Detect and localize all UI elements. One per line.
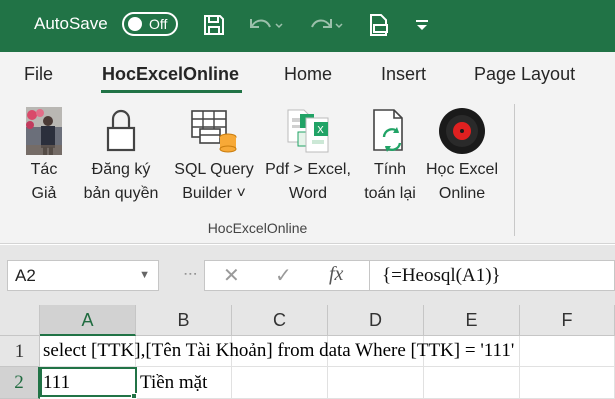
recalculate-button[interactable]: Tính toán lại bbox=[360, 104, 420, 206]
select-all-corner[interactable] bbox=[0, 305, 40, 336]
tab-page-layout[interactable]: Page Layout bbox=[474, 64, 575, 85]
column-header-a[interactable]: A bbox=[40, 305, 136, 336]
insert-function-icon[interactable]: fx bbox=[329, 263, 343, 286]
formula-buttons: ✕ ✓ fx bbox=[204, 260, 370, 291]
hoc-excel-online-line1: Học Excel bbox=[425, 161, 499, 178]
tab-home[interactable]: Home bbox=[284, 64, 332, 85]
recalculate-line1: Tính bbox=[373, 161, 406, 178]
sql-query-builder-line1: SQL Query bbox=[174, 161, 254, 178]
pdf-convert-line1: Pdf > Excel, bbox=[265, 161, 351, 178]
sql-query-builder-line2: Builder ˅ bbox=[182, 185, 246, 202]
ribbon-panel: Tác Giả Đăng ký bản quyền SQL Query Buil… bbox=[0, 98, 615, 244]
register-license-button[interactable]: Đăng ký bản quyền bbox=[78, 104, 164, 206]
recalculate-icon bbox=[360, 104, 420, 158]
customize-toolbar-icon[interactable] bbox=[412, 12, 432, 38]
hoc-excel-online-line2: Online bbox=[438, 185, 486, 202]
fill-handle[interactable] bbox=[131, 393, 137, 399]
column-header-c[interactable]: C bbox=[232, 305, 328, 336]
redo-icon[interactable] bbox=[304, 12, 344, 38]
name-box-dropdown-icon[interactable]: ▼ bbox=[139, 269, 150, 281]
register-license-line2: bản quyền bbox=[83, 185, 159, 202]
active-tab-indicator bbox=[101, 90, 242, 93]
tab-insert[interactable]: Insert bbox=[381, 64, 426, 85]
author-button[interactable]: Tác Giả bbox=[14, 104, 74, 206]
sql-query-builder-button[interactable]: SQL Query Builder ˅ bbox=[168, 104, 260, 206]
row-header-1[interactable]: 1 bbox=[0, 336, 40, 367]
cell-f1[interactable] bbox=[520, 336, 615, 367]
tab-hocexcelonline[interactable]: HocExcelOnline bbox=[102, 64, 239, 85]
cancel-icon[interactable]: ✕ bbox=[223, 263, 240, 288]
title-bar: AutoSave Off bbox=[0, 0, 615, 52]
worksheet-grid: A B C D E F 1 2 select [TTK],[Tên Tài Kh… bbox=[0, 305, 615, 399]
ribbon-group-separator bbox=[514, 104, 515, 236]
autosave-label: AutoSave bbox=[34, 14, 108, 33]
name-box[interactable]: A2 ▼ bbox=[7, 260, 159, 291]
ribbon-tabs: File HocExcelOnline Home Insert Page Lay… bbox=[0, 52, 615, 98]
autosave-toggle[interactable]: Off bbox=[122, 12, 178, 36]
cell-e2[interactable] bbox=[424, 367, 520, 399]
column-header-b[interactable]: B bbox=[136, 305, 232, 336]
cell-b2[interactable]: Tiền mặt bbox=[137, 367, 232, 399]
tab-file[interactable]: File bbox=[24, 64, 53, 85]
undo-icon[interactable] bbox=[244, 12, 284, 38]
row-header-2[interactable]: 2 bbox=[0, 367, 40, 399]
author-button-line1: Tác bbox=[30, 161, 58, 178]
name-box-value: A2 bbox=[15, 266, 36, 285]
author-button-line2: Giả bbox=[31, 185, 57, 202]
formula-input[interactable]: {=Heosql(A1)} bbox=[370, 260, 615, 291]
pdf-to-excel-word-button[interactable]: X Pdf > Excel, Word bbox=[260, 104, 356, 206]
cell-a2[interactable]: 111 bbox=[40, 367, 137, 397]
toggle-knob bbox=[128, 17, 142, 31]
author-photo-icon bbox=[14, 104, 74, 158]
record-icon bbox=[422, 104, 502, 158]
cell-a1[interactable]: select [TTK],[Tên Tài Khoản] from data W… bbox=[40, 336, 514, 367]
pdf-convert-icon: X bbox=[260, 104, 356, 158]
enter-icon[interactable]: ✓ bbox=[275, 263, 292, 288]
save-icon[interactable] bbox=[200, 12, 228, 38]
autosave-state: Off bbox=[149, 16, 168, 32]
register-license-line1: Đăng ký bbox=[91, 161, 151, 178]
recalculate-line2: toán lại bbox=[364, 185, 416, 202]
column-header-d[interactable]: D bbox=[328, 305, 424, 336]
formula-bar-resize-handle[interactable]: ⋮ bbox=[183, 267, 199, 282]
formula-bar-area: A2 ▼ ⋮ ✕ ✓ fx {=Heosql(A1)} bbox=[0, 245, 615, 305]
sql-query-icon bbox=[168, 104, 260, 158]
pdf-convert-line2: Word bbox=[289, 185, 327, 202]
ribbon-group-label: HocExcelOnline bbox=[207, 220, 308, 236]
formula-text: {=Heosql(A1)} bbox=[382, 265, 501, 286]
cell-f2[interactable] bbox=[520, 367, 615, 399]
hoc-excel-online-button[interactable]: Học Excel Online bbox=[422, 104, 502, 206]
column-header-e[interactable]: E bbox=[424, 305, 520, 336]
cell-c2[interactable] bbox=[232, 367, 328, 399]
column-header-f[interactable]: F bbox=[520, 305, 615, 336]
print-preview-icon[interactable] bbox=[366, 12, 392, 38]
svg-text:X: X bbox=[317, 125, 324, 136]
cell-d2[interactable] bbox=[328, 367, 424, 399]
lock-icon bbox=[78, 104, 164, 158]
